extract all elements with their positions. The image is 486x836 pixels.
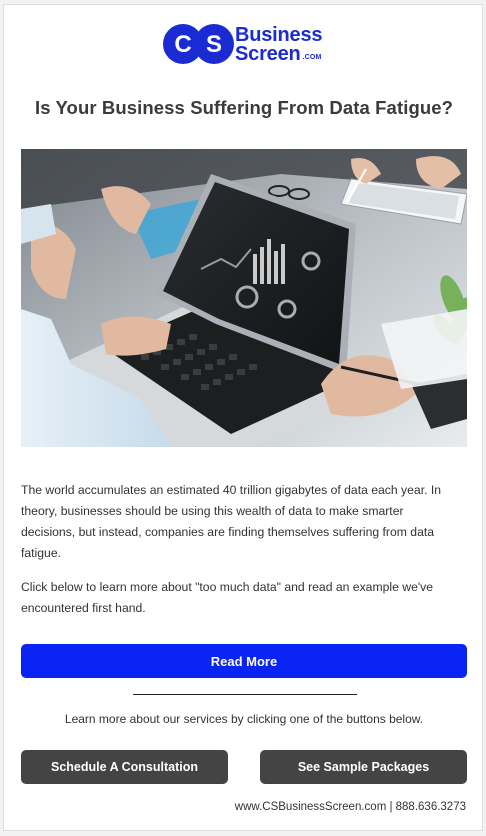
read-more-button[interactable]: Read More [21, 644, 467, 678]
section-divider [133, 694, 357, 695]
article-paragraph-cta: Click below to learn more about "too muc… [21, 580, 434, 615]
brand-tld: .COM [302, 54, 322, 61]
schedule-consultation-button[interactable]: Schedule A Consultation [21, 750, 228, 784]
brand-name-screen: Screen [235, 43, 301, 65]
footer-contact[interactable]: www.CSBusinessScreen.com | 888.636.3273 [235, 801, 466, 813]
hero-image [21, 149, 467, 447]
cs-logo-mark: C S [163, 24, 234, 64]
article-paragraph-intro: The world accumulates an estimated 40 tr… [21, 483, 442, 560]
svg-text:S: S [206, 31, 222, 58]
services-prompt: Learn more about our services by clickin… [64, 712, 424, 726]
svg-text:C: C [174, 31, 191, 58]
article-title: Is Your Business Suffering From Data Fat… [34, 97, 454, 118]
email-card: C S Business Screen .COM Is Your Business… [3, 4, 483, 831]
laptop-analytics-illustration [21, 149, 467, 447]
brand-name-line2: Screen .COM [235, 44, 322, 64]
brand-name-line1: Business [235, 24, 323, 46]
see-sample-packages-button[interactable]: See Sample Packages [260, 750, 467, 784]
brand-logo[interactable]: C S Business Screen .COM [162, 23, 337, 69]
